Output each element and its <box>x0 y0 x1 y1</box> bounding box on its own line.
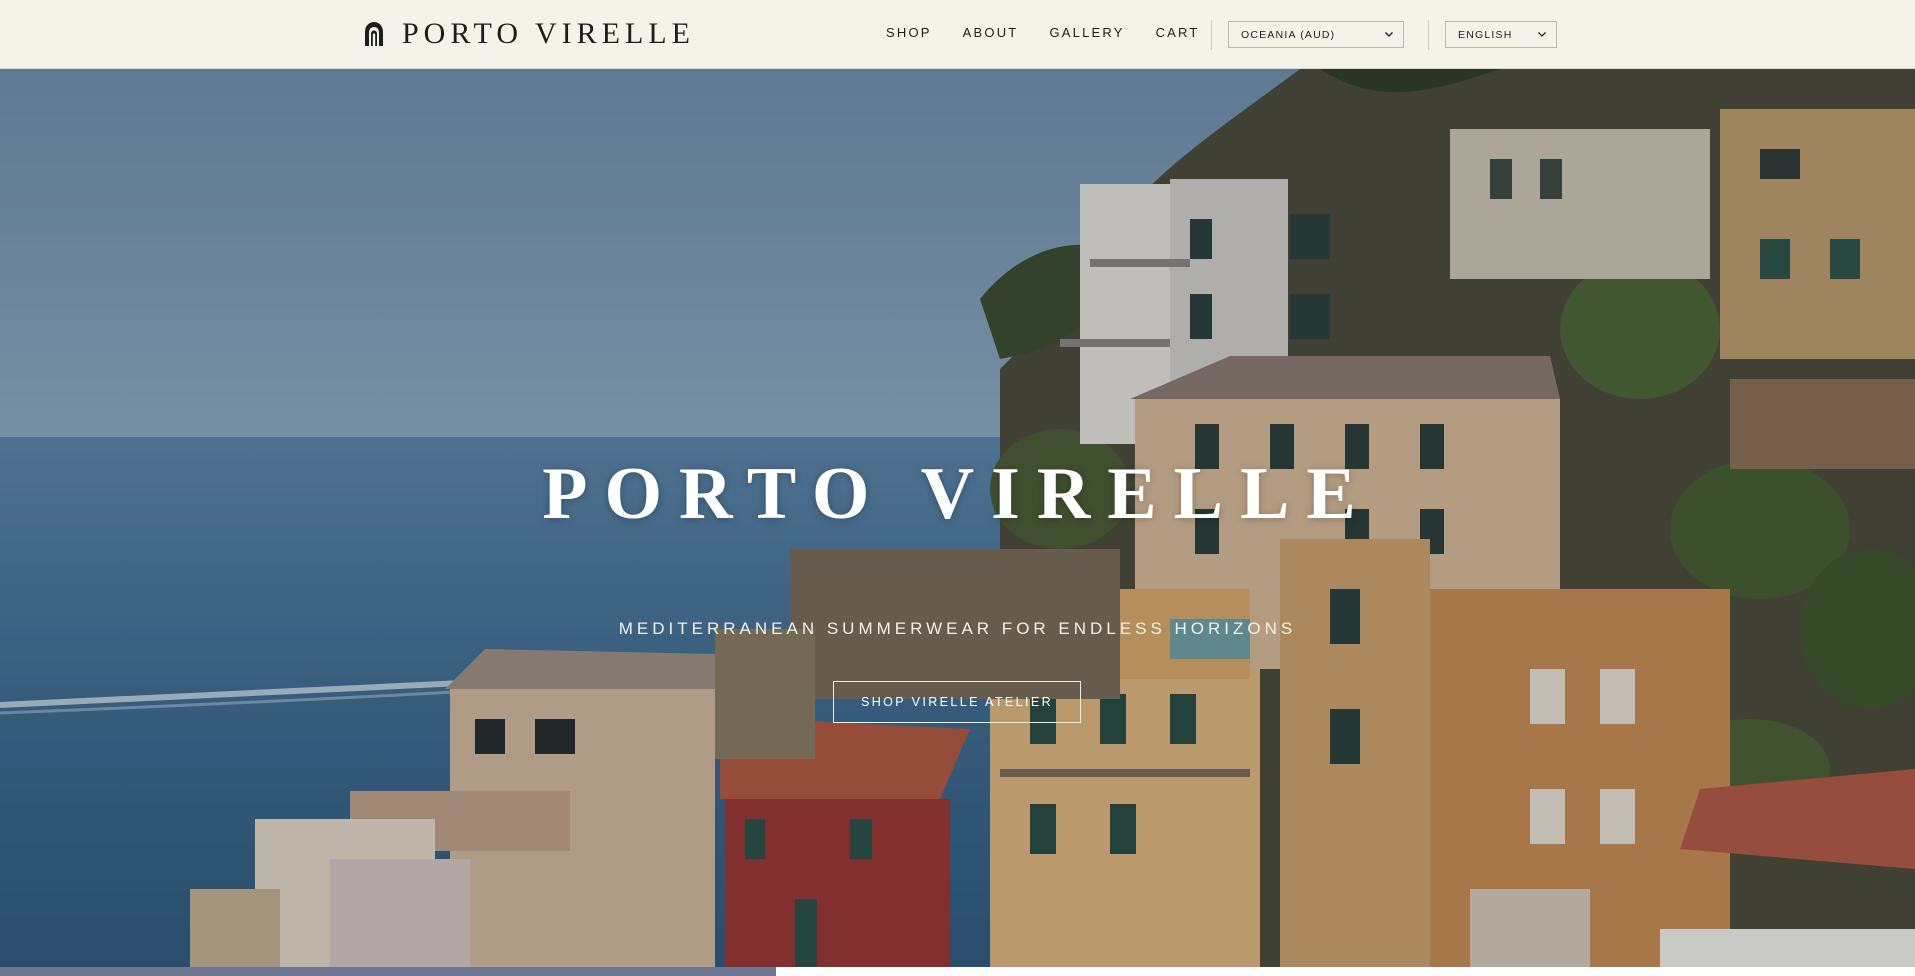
nav-link-gallery[interactable]: GALLERY <box>1049 23 1124 43</box>
shop-virelle-atelier-button[interactable]: SHOP VIRELLE ATELIER <box>833 681 1081 723</box>
site-header: PORTO VIRELLE SHOP ABOUT GALLERY CART OC… <box>0 0 1915 69</box>
hero-tagline: MEDITERRANEAN SUMMERWEAR FOR ENDLESS HOR… <box>618 619 1297 638</box>
language-select[interactable]: ENGLISH <box>1445 21 1557 48</box>
hero-title: PORTO VIRELLE <box>542 453 1373 535</box>
nav-link-shop[interactable]: SHOP <box>886 23 932 43</box>
nav-link-about[interactable]: ABOUT <box>963 23 1019 43</box>
arch-logo-icon <box>365 22 383 46</box>
nav-link-cart[interactable]: CART <box>1156 23 1200 43</box>
region-currency-select[interactable]: OCEANIA (AUD) <box>1228 21 1404 48</box>
brand-name: PORTO VIRELLE <box>402 17 695 50</box>
slideshow-progress-fill <box>0 967 776 976</box>
language-select-value: ENGLISH <box>1458 28 1513 41</box>
hero-banner: PORTO VIRELLE MEDITERRANEAN SUMMERWEAR F… <box>0 69 1915 967</box>
brand-home-link[interactable]: PORTO VIRELLE <box>362 16 695 52</box>
region-select-value: OCEANIA (AUD) <box>1241 28 1336 41</box>
main-nav: SHOP ABOUT GALLERY CART <box>886 23 1231 43</box>
chevron-down-icon <box>1385 32 1393 37</box>
chevron-down-icon <box>1538 32 1546 37</box>
select-divider <box>1428 20 1429 50</box>
nav-divider <box>1211 20 1212 50</box>
slideshow-progress-track <box>0 967 1915 976</box>
